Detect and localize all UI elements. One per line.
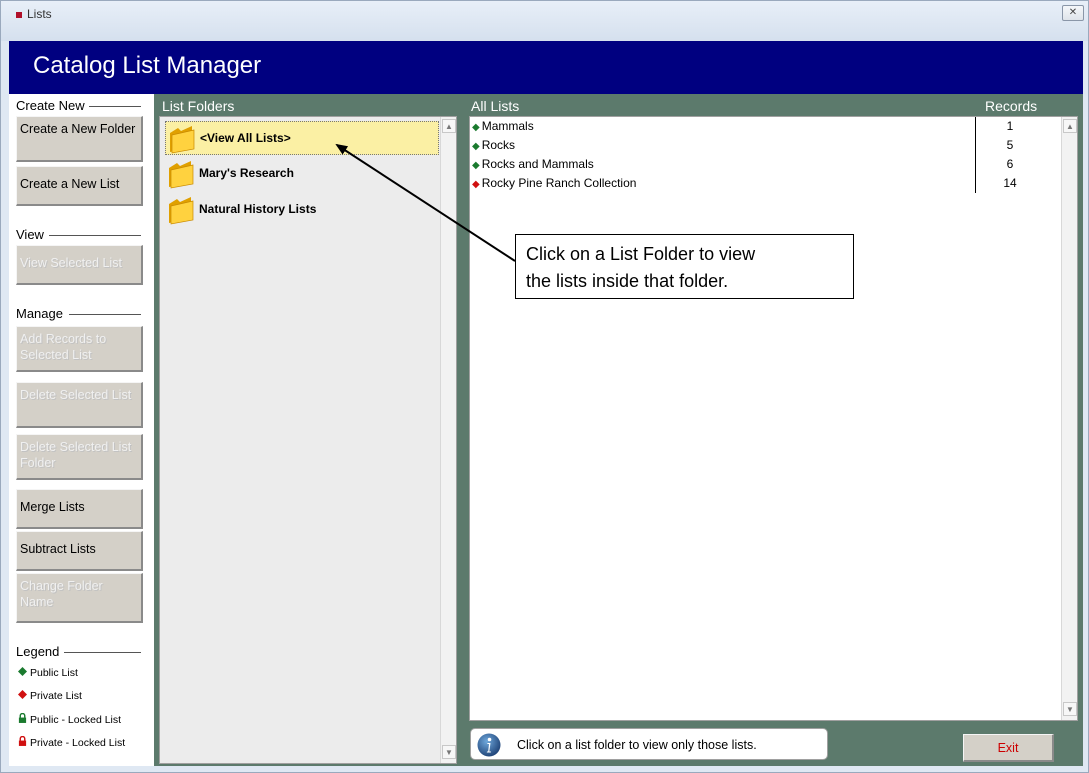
section-legend: Legend — [16, 644, 64, 659]
sidebar: Create New Create a New Folder Create a … — [9, 94, 154, 766]
folder-icon — [170, 126, 195, 154]
section-manage: Manage — [16, 306, 67, 321]
delete-folder-button[interactable]: Delete Selected List Folder — [16, 434, 143, 480]
info-icon — [477, 733, 501, 757]
list-name: Rocks and Mammals — [481, 157, 594, 171]
create-list-button[interactable]: Create a New List — [16, 166, 143, 206]
green-diamond-icon: ◆ — [472, 160, 480, 171]
delete-list-button[interactable]: Delete Selected List — [16, 382, 143, 428]
scroll-down-arrow-icon[interactable]: ▼ — [1063, 702, 1077, 716]
scroll-down-arrow-icon[interactable]: ▼ — [442, 745, 456, 759]
window-title: Lists — [27, 7, 52, 21]
scroll-up-arrow-icon[interactable]: ▲ — [442, 119, 456, 133]
list-record-count: 1 — [1006, 119, 1014, 133]
page-title: Catalog List Manager — [33, 52, 262, 79]
list-record-count: 5 — [1006, 138, 1014, 152]
red-diamond-icon — [18, 690, 30, 702]
callout-line-1: Click on a List Folder to view — [526, 244, 756, 264]
list-row[interactable]: ◆ Rocky Pine Ranch Collection 14 — [470, 174, 1060, 193]
view-selected-list-button[interactable]: View Selected List — [16, 245, 143, 285]
scroll-up-arrow-icon[interactable]: ▲ — [1063, 119, 1077, 133]
add-records-button[interactable]: Add Records to Selected List — [16, 326, 143, 372]
list-row[interactable]: ◆ Rocks 5 — [470, 136, 1060, 155]
folder-label: <View All Lists> — [200, 131, 291, 145]
list-row[interactable]: ◆ Mammals 1 — [470, 117, 1060, 136]
section-view: View — [16, 227, 48, 242]
folders-scrollbar[interactable]: ▲ ▼ — [440, 117, 456, 763]
folders-listbox[interactable]: <View All Lists> Mary's Research Natural… — [159, 116, 457, 764]
list-folders-heading: List Folders — [162, 98, 235, 114]
legend-private-list: Private List — [18, 690, 82, 702]
lists-window: Lists ✕ Catalog List Manager Create New … — [0, 0, 1089, 773]
folder-icon — [169, 161, 194, 189]
list-name: Rocks — [481, 138, 516, 152]
section-create-new: Create New — [16, 98, 89, 113]
folder-icon — [169, 197, 194, 225]
legend-label: Private List — [30, 690, 82, 702]
green-diamond-icon: ◆ — [472, 122, 480, 133]
all-lists-heading: All Lists — [471, 98, 520, 114]
legend-private-locked-list: Private - Locked List — [18, 735, 126, 749]
lists-listbox[interactable]: ◆ Mammals 1 ◆ Rocks 5 ◆ Rocks and Mammals 6… — [469, 116, 1078, 721]
red-lock-icon — [18, 735, 30, 749]
subtract-lists-button[interactable]: Subtract Lists — [16, 531, 143, 571]
folder-item-natural-history[interactable]: Natural History Lists — [165, 193, 439, 227]
legend-public-list: Public List — [18, 667, 78, 679]
legend-label: Public - Locked List — [30, 714, 122, 726]
status-text: Click on a list folder to view only thos… — [517, 738, 757, 752]
window-app-icon — [16, 12, 22, 18]
callout-annotation: Click on a List Folder to view the lists… — [515, 234, 854, 299]
list-record-count: 6 — [1006, 157, 1014, 171]
green-diamond-icon — [18, 667, 30, 679]
folder-item-view-all[interactable]: <View All Lists> — [165, 121, 439, 155]
green-lock-icon — [18, 712, 30, 726]
title-bar: Lists ✕ — [1, 1, 1088, 41]
section-divider — [69, 314, 141, 315]
lists-scrollbar[interactable]: ▲ ▼ — [1061, 117, 1077, 720]
status-message: Click on a list folder to view only thos… — [470, 728, 828, 760]
list-row[interactable]: ◆ Rocks and Mammals 6 — [470, 155, 1060, 174]
create-folder-button[interactable]: Create a New Folder — [16, 116, 143, 162]
legend-public-locked-list: Public - Locked List — [18, 712, 122, 726]
list-record-count: 14 — [1003, 176, 1017, 190]
app-header: Catalog List Manager — [9, 41, 1083, 94]
records-heading: Records — [985, 98, 1038, 114]
folder-label: Natural History Lists — [199, 202, 317, 216]
list-name: Mammals — [481, 119, 534, 133]
legend-label: Private - Locked List — [30, 737, 126, 749]
folder-label: Mary's Research — [199, 166, 294, 180]
green-diamond-icon: ◆ — [472, 141, 480, 152]
section-divider — [49, 235, 141, 236]
close-button[interactable]: ✕ — [1062, 5, 1084, 21]
callout-line-2: the lists inside that folder. — [526, 271, 729, 291]
folder-item-marys-research[interactable]: Mary's Research — [165, 157, 439, 191]
exit-button[interactable]: Exit — [963, 734, 1054, 762]
main-area: Create New Create a New Folder Create a … — [9, 94, 1083, 766]
red-diamond-icon: ◆ — [472, 179, 480, 190]
section-divider — [64, 652, 141, 653]
list-name: Rocky Pine Ranch Collection — [481, 176, 637, 190]
legend-label: Public List — [30, 667, 78, 679]
merge-lists-button[interactable]: Merge Lists — [16, 489, 143, 529]
change-folder-name-button[interactable]: Change Folder Name — [16, 573, 143, 623]
